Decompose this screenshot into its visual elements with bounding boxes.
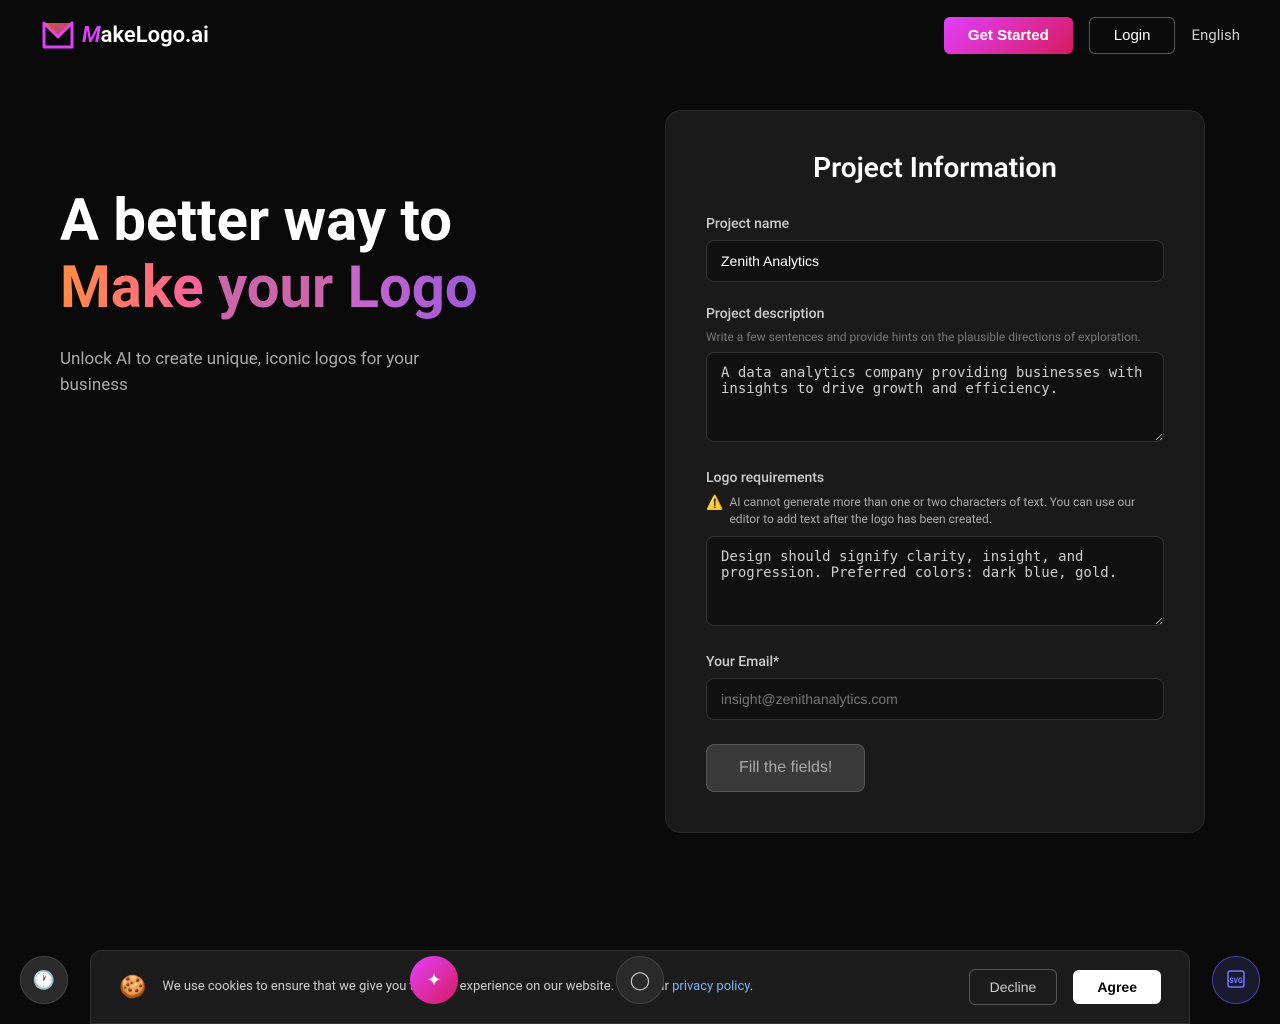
hero-line1: A better way to [60, 190, 550, 254]
svg-label: SVG [1226, 969, 1246, 992]
clock-icon: 🕐 [33, 970, 55, 991]
hero-subtitle: Unlock AI to create unique, iconic logos… [60, 347, 440, 398]
email-input[interactable] [706, 678, 1164, 720]
logo-requirements-label: Logo requirements [706, 470, 1164, 486]
hero-logo: Logo [348, 254, 478, 322]
logo[interactable]: MakeLogo.ai [40, 17, 209, 53]
warning-icon: ⚠️ [706, 495, 723, 511]
decline-button[interactable]: Decline [969, 969, 1058, 1005]
center-float-button[interactable]: ◯ [616, 956, 664, 1004]
header: MakeLogo.ai Get Started Login English [0, 0, 1280, 70]
cookie-icon: 🍪 [119, 975, 146, 1000]
makelogo-icon [40, 17, 76, 53]
hero-line2: Make your Logo [60, 254, 550, 324]
hero-section: A better way to Make your Logo Unlock AI… [0, 70, 610, 934]
project-name-input[interactable] [706, 240, 1164, 282]
form-title: Project Information [706, 151, 1164, 184]
logo-warning-box: ⚠️ AI cannot generate more than one or t… [706, 494, 1164, 528]
main-content: A better way to Make your Logo Unlock AI… [0, 70, 1280, 934]
form-panel: Project Information Project name Project… [610, 70, 1280, 934]
warning-text: AI cannot generate more than one or two … [729, 494, 1164, 528]
logo-requirements-input[interactable]: Design should signify clarity, insight, … [706, 536, 1164, 626]
get-started-button[interactable]: Get Started [944, 17, 1073, 54]
project-name-label: Project name [706, 216, 1164, 232]
star-float-button[interactable]: ✦ [410, 956, 458, 1004]
login-button[interactable]: Login [1089, 17, 1176, 54]
submit-button[interactable]: Fill the fields! [706, 744, 865, 792]
project-name-group: Project name [706, 216, 1164, 282]
hero-make: Make [60, 254, 204, 322]
description-hint: Write a few sentences and provide hints … [706, 330, 1164, 344]
svg-text:SVG: SVG [1229, 977, 1243, 985]
language-selector[interactable]: English [1191, 26, 1240, 44]
project-description-label: Project description [706, 306, 1164, 322]
star-icon: ✦ [426, 970, 441, 991]
logo-requirements-group: Logo requirements ⚠️ AI cannot generate … [706, 470, 1164, 630]
project-description-input[interactable]: A data analytics company providing busin… [706, 352, 1164, 442]
cookie-text: We use cookies to ensure that we give yo… [162, 978, 952, 996]
logo-text: MakeLogo.ai [82, 23, 209, 48]
email-label: Your Email* [706, 654, 1164, 670]
nav-right: Get Started Login English [944, 17, 1240, 54]
form-card: Project Information Project name Project… [665, 110, 1205, 833]
project-description-group: Project description Write a few sentence… [706, 306, 1164, 446]
svg-float-button[interactable]: SVG [1212, 956, 1260, 1004]
agree-button[interactable]: Agree [1073, 970, 1161, 1004]
hero-your: your [218, 254, 333, 322]
email-group: Your Email* [706, 654, 1164, 720]
clock-float-button[interactable]: 🕐 [20, 956, 68, 1004]
privacy-policy-link[interactable]: privacy policy [672, 979, 750, 994]
circle-icon: ◯ [630, 970, 650, 991]
